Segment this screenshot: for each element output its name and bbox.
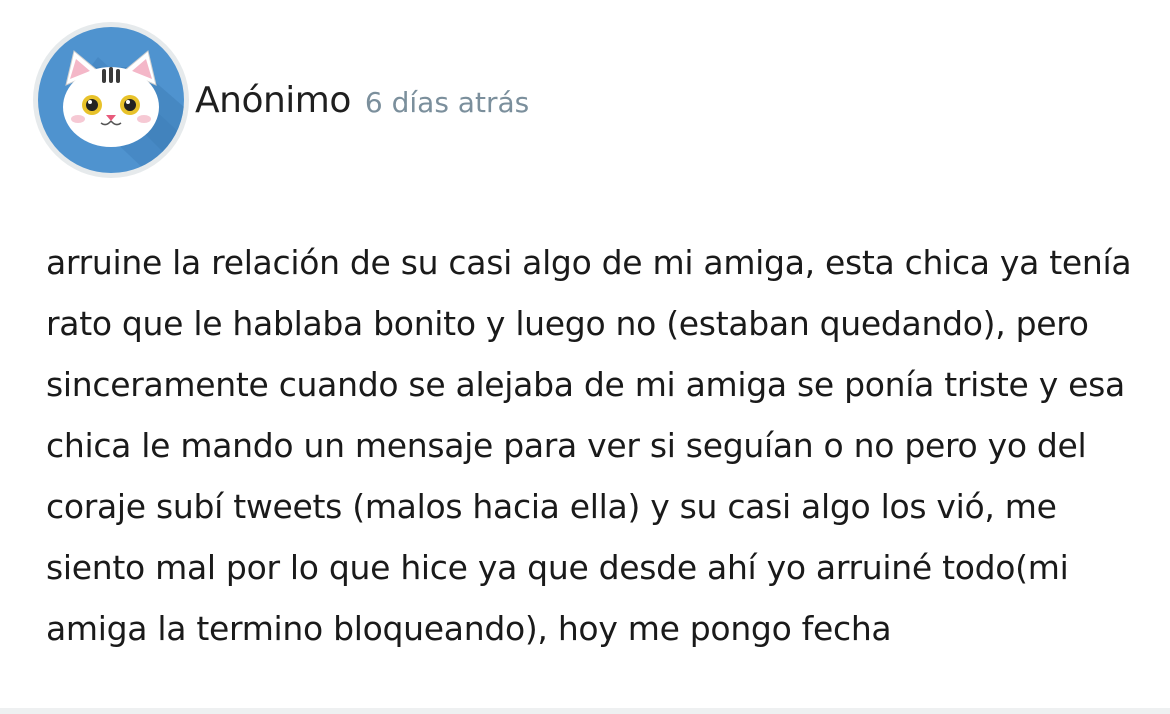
post-body-line: coraje subí tweets (malos hacia ella) y … xyxy=(46,487,1057,526)
post-body-line: rato que le hablaba bonito y luego no (e… xyxy=(46,304,1089,343)
author-name[interactable]: Anónimo xyxy=(195,80,351,121)
post-body: arruine la relación de su casi algo de m… xyxy=(46,232,1146,659)
author-line: Anónimo 6 días atrás xyxy=(195,80,529,121)
post-body-line: arruine la relación de su casi algo de m… xyxy=(46,243,1132,282)
timestamp: 6 días atrás xyxy=(364,85,530,119)
divider xyxy=(0,708,1170,714)
post-body-line: amiga la termino bloqueando), hoy me pon… xyxy=(46,609,892,648)
post-body-line: chica le mando un mensaje para ver si se… xyxy=(46,426,1087,465)
post-header: Anónimo 6 días atrás xyxy=(33,22,529,178)
post-body-line: siento mal por lo que hice ya que desde … xyxy=(46,548,1069,587)
avatar[interactable] xyxy=(33,22,189,178)
confession-post: Anónimo 6 días atrás arruine la relación… xyxy=(0,0,1170,714)
cat-avatar-icon xyxy=(38,27,184,173)
post-body-line: sinceramente cuando se alejaba de mi ami… xyxy=(46,365,1125,404)
